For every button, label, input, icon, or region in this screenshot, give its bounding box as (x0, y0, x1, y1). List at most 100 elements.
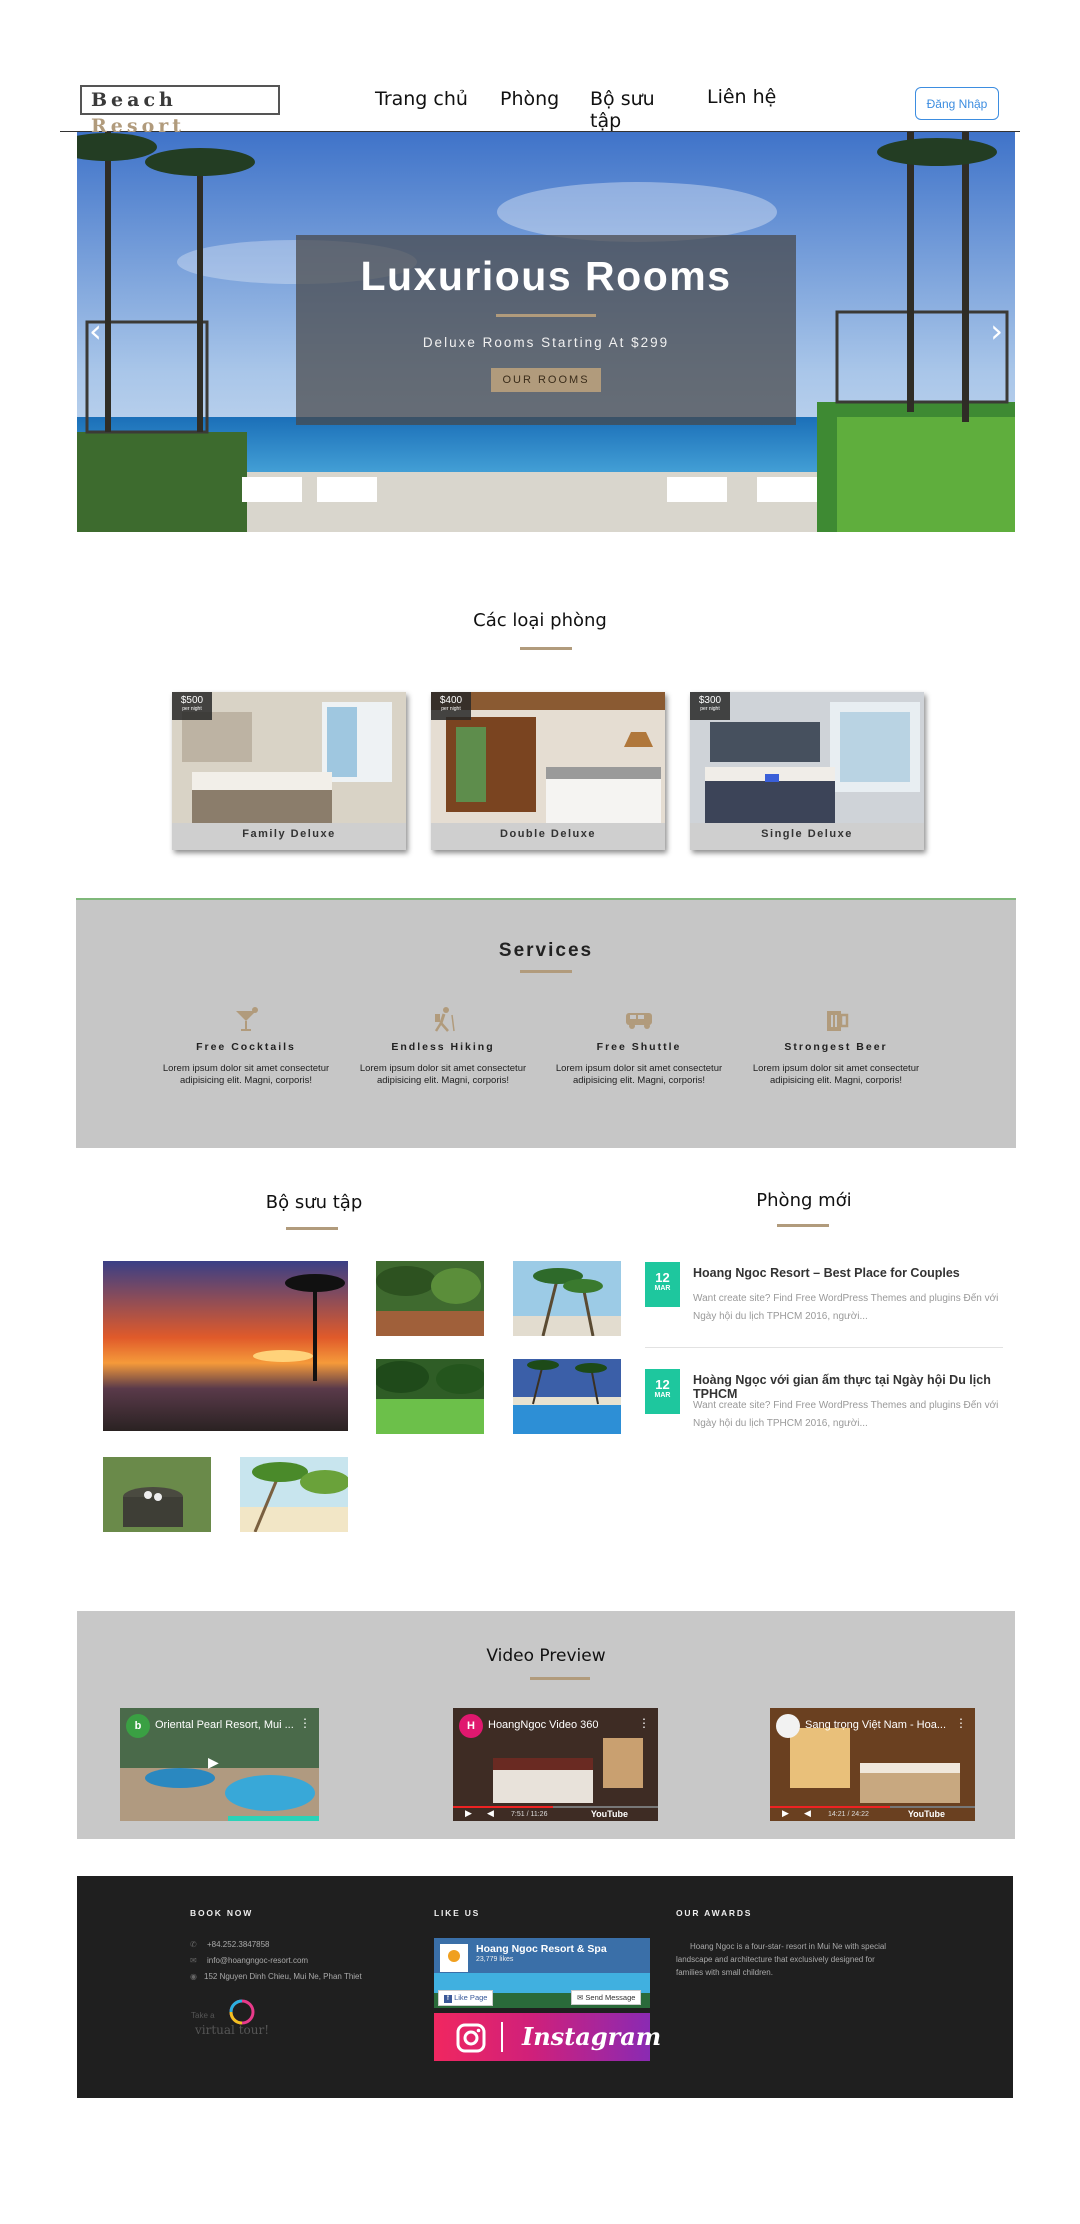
gallery-image-pool[interactable] (513, 1359, 621, 1434)
gallery-image-fountain[interactable] (103, 1457, 211, 1532)
facebook-page-name[interactable]: Hoang Ngoc Resort & Spa (476, 1943, 607, 1955)
more-options-icon[interactable]: ⋮ (638, 1716, 650, 1730)
footer-phone[interactable]: +84.252.3847858 (207, 1940, 270, 1949)
instagram-divider (501, 2022, 503, 2052)
mail-icon: ✉ (190, 1956, 197, 1965)
site-header: Beach Resort Trang chủ Phòng Bộ sưu tập … (60, 70, 1020, 137)
hero-divider (496, 314, 596, 317)
more-options-icon[interactable]: ⋮ (955, 1716, 967, 1730)
our-rooms-button[interactable]: OUR ROOMS (491, 368, 601, 392)
video-title: Sang trọng Việt Nam - Hoa... (805, 1719, 947, 1731)
collection-title: Bộ sưu tập (265, 1192, 363, 1213)
nav-rooms[interactable]: Phòng (500, 88, 559, 110)
footer-email[interactable]: info@hoangngoc-resort.com (207, 1956, 308, 1965)
play-icon[interactable]: ▶ (208, 1754, 219, 1771)
video-timestamp: 14:21 / 24:22 (828, 1811, 869, 1818)
footer-address: 152 Nguyen Dinh Chieu, Mui Ne, Phan Thie… (204, 1972, 362, 1981)
play-icon[interactable]: ▶ (465, 1808, 472, 1819)
cocktail-icon (236, 1007, 258, 1031)
service-name: Free Cocktails (196, 1041, 296, 1053)
room-card-double[interactable]: $400 per night Double Deluxe (431, 692, 665, 850)
video-player-1[interactable]: b Oriental Pearl Resort, Mui ... ⋮ ▶ (120, 1708, 319, 1821)
news-day: 12 (655, 1270, 670, 1285)
nav-contact[interactable]: Liên hệ (707, 86, 776, 108)
news-divider (777, 1224, 829, 1227)
channel-avatar (776, 1714, 800, 1738)
volume-icon[interactable]: ◀ (804, 1808, 811, 1819)
room-name: Double Deluxe (500, 828, 596, 840)
news-item[interactable]: 12 MAR Hoàng Ngọc với gian ấm thực tại N… (645, 1369, 1003, 1469)
video-section-divider (530, 1677, 590, 1680)
service-item-beer: Strongest Beer Lorem ipsum dolor sit ame… (751, 1005, 921, 1087)
login-button[interactable]: Đăng Nhập (915, 87, 999, 120)
services-divider (520, 970, 572, 973)
news-month: MAR (654, 1285, 671, 1292)
news-title: Phòng mới (756, 1190, 852, 1211)
hero-slider: Luxurious Rooms Deluxe Rooms Starting At… (77, 132, 1015, 532)
news-date-badge: 12 MAR (645, 1369, 680, 1414)
news-headline[interactable]: Hoang Ngoc Resort – Best Place for Coupl… (693, 1266, 1003, 1280)
virtual-tour-link[interactable]: virtual tour! (195, 2023, 269, 2037)
facebook-message-button[interactable]: ✉ Send Message (571, 1990, 642, 2005)
channel-avatar: b (126, 1714, 150, 1738)
chevron-right-icon[interactable]: › (990, 315, 1003, 347)
service-item-shuttle: Free Shuttle Lorem ipsum dolor sit amet … (554, 1005, 724, 1087)
video-title: Oriental Pearl Resort, Mui ... (155, 1719, 294, 1731)
news-month: MAR (654, 1392, 671, 1399)
facebook-likes-count: 23,779 likes (476, 1956, 514, 1963)
gallery-image-beach-palms[interactable] (240, 1457, 348, 1532)
location-icon: ◉ (190, 1972, 197, 1981)
awards-heading: OUR AWARDS (676, 1908, 753, 1918)
rooms-section-title: Các loại phòng (473, 610, 607, 631)
room-card-single[interactable]: $300 per night Single Deluxe (690, 692, 924, 850)
logo-word-beach: Beach (91, 89, 177, 111)
youtube-logo[interactable]: YouTube (591, 1809, 628, 1819)
more-options-icon[interactable]: ⋮ (299, 1716, 311, 1730)
chevron-left-icon[interactable]: ‹ (89, 315, 102, 347)
video-section-title: Video Preview (486, 1646, 606, 1666)
price-badge: $300 per night (690, 692, 730, 720)
service-text: Lorem ipsum dolor sit amet consectetur a… (752, 1063, 920, 1086)
instagram-wordmark: Instagram (522, 2022, 662, 2051)
news-separator (645, 1347, 1003, 1348)
video-player-3[interactable]: Sang trọng Việt Nam - Hoa... ⋮ ▶ ◀ 14:21… (770, 1708, 975, 1821)
gallery-image-lawn[interactable] (376, 1359, 484, 1434)
service-item-hiking: Endless Hiking Lorem ipsum dolor sit ame… (358, 1005, 528, 1087)
site-footer: BOOK NOW ✆ +84.252.3847858 ✉ info@hoangn… (77, 1876, 1013, 2098)
hero-subtitle: Deluxe Rooms Starting At $299 (422, 335, 670, 350)
news-date-badge: 12 MAR (645, 1262, 680, 1307)
facebook-like-button[interactable]: f Like Page (438, 1990, 494, 2006)
play-icon[interactable]: ▶ (782, 1808, 789, 1819)
awards-text: Hoang Ngoc is a four-star- resort in Mui… (676, 1942, 887, 1977)
gallery-image-sunset[interactable] (103, 1261, 348, 1431)
price-unit: per night (182, 706, 202, 712)
shuttle-icon (626, 1013, 652, 1029)
virtual-tour-logo-icon[interactable] (226, 1998, 258, 2026)
logo[interactable]: Beach Resort (80, 85, 280, 137)
like-us-heading: LIKE US (434, 1908, 481, 1918)
services-title: Services (498, 940, 594, 961)
gallery-image-palms-sky[interactable] (513, 1261, 621, 1336)
price-unit: per night (441, 706, 461, 712)
video-player-2[interactable]: H HoangNgoc Video 360 ⋮ ▶ ◀ 7:51 / 11:26… (453, 1708, 658, 1821)
room-card-family[interactable]: $500 per night Family Deluxe (172, 692, 406, 850)
facebook-page-widget[interactable]: Hoang Ngoc Resort & Spa 23,779 likes f L… (434, 1938, 650, 2008)
nav-home[interactable]: Trang chủ (375, 88, 468, 110)
phone-icon: ✆ (190, 1940, 197, 1949)
room-name: Single Deluxe (761, 828, 853, 840)
service-name: Strongest Beer (784, 1041, 888, 1053)
facebook-like-label: Like Page (454, 1993, 488, 2002)
service-text: Lorem ipsum dolor sit amet consectetur a… (359, 1063, 527, 1086)
youtube-logo[interactable]: YouTube (908, 1809, 945, 1819)
hero-caption: Luxurious Rooms Deluxe Rooms Starting At… (296, 235, 796, 425)
volume-icon[interactable]: ◀ (487, 1808, 494, 1819)
gallery-image-garden[interactable] (376, 1261, 484, 1336)
price-badge: $400 per night (431, 692, 471, 720)
instagram-banner[interactable]: Instagram (434, 2013, 661, 2061)
nav-collection[interactable]: Bộ sưu tập (590, 88, 670, 132)
price-badge: $500 per night (172, 692, 212, 720)
video-title: HoangNgoc Video 360 (488, 1719, 599, 1731)
hero-title: Luxurious Rooms (360, 253, 732, 299)
message-icon: ✉ (577, 1993, 584, 2002)
service-text: Lorem ipsum dolor sit amet consectetur a… (555, 1063, 723, 1086)
